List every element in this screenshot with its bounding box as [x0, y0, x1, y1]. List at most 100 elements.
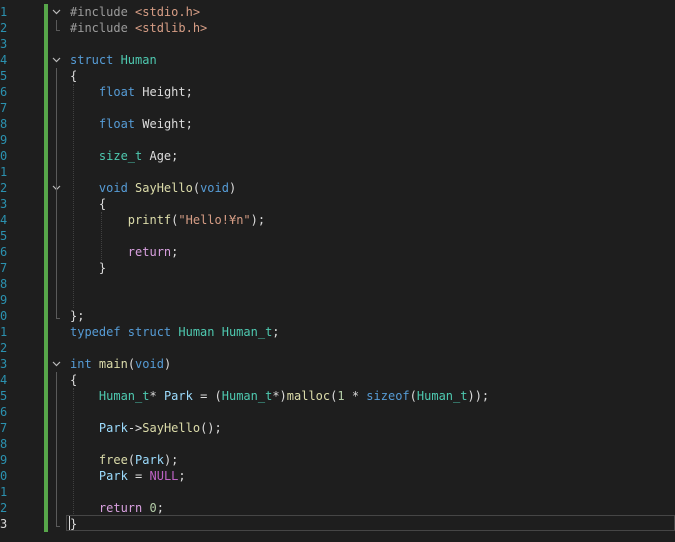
code-line[interactable]: Human_t* Park = (Human_t*)malloc(1 * siz… — [70, 388, 489, 404]
code-token: }; — [70, 309, 85, 323]
code-line[interactable]: Park->SayHello(); — [70, 420, 222, 436]
line-number: 5 — [0, 389, 8, 403]
chevron-down-icon[interactable] — [51, 52, 61, 68]
code-token: ( — [127, 453, 136, 467]
code-editor[interactable]: 1 2 3 4 5 6 7 8 9 0 1 2 3 4 5 6 7 8 9 0 1 2 3 4 5 6 7 8 9 0 1 2 3 #inclu… — [0, 0, 675, 542]
code-line[interactable]: printf("Hello!¥n"); — [70, 212, 265, 228]
code-token: NULL — [149, 469, 179, 483]
line-number: 1 — [0, 485, 8, 499]
code-token: struct — [70, 53, 121, 67]
code-line[interactable]: size_t Age; — [70, 148, 178, 164]
code-token: free — [98, 453, 128, 467]
fold-range-line — [56, 68, 57, 318]
code-line[interactable]: return 0; — [70, 500, 164, 516]
code-token: } — [70, 261, 107, 275]
code-line[interactable]: typedef struct Human Human_t; — [70, 324, 280, 340]
code-token: Park — [163, 389, 193, 403]
code-token: float — [98, 85, 143, 99]
code-token: 0 — [149, 501, 157, 515]
chevron-down-icon[interactable] — [51, 4, 61, 20]
code-line[interactable]: float Height; — [70, 84, 193, 100]
code-token: #include — [70, 5, 136, 19]
line-number: 4 — [0, 213, 8, 227]
code-line[interactable]: #include <stdio.h> — [70, 4, 200, 20]
chevron-down-icon[interactable] — [51, 356, 61, 372]
line-number: 9 — [0, 293, 8, 307]
code-token: void — [135, 357, 164, 371]
line-number: 1 — [0, 5, 8, 19]
code-token: Human_t — [98, 389, 150, 403]
code-token: Weight; — [142, 117, 193, 131]
code-token: ; — [178, 469, 186, 483]
code-token: Park — [98, 469, 128, 483]
code-line[interactable]: float Weight; — [70, 116, 193, 132]
line-number: 8 — [0, 437, 8, 451]
fold-end-marker — [56, 318, 60, 319]
code-token: * — [149, 389, 164, 403]
code-line[interactable]: { — [70, 196, 106, 212]
code-line[interactable]: struct Human — [70, 52, 157, 68]
code-token: <stdlib.h> — [135, 21, 208, 35]
line-number: 6 — [0, 405, 8, 419]
line-number: 1 — [0, 325, 8, 339]
line-number: 3 — [0, 37, 8, 51]
code-token: return — [98, 501, 150, 515]
code-line[interactable]: { — [70, 372, 77, 388]
line-number: 0 — [0, 149, 8, 163]
code-token: ; — [156, 501, 164, 515]
fold-end-marker — [56, 30, 60, 31]
line-number: 0 — [0, 309, 8, 323]
line-number: 1 — [0, 165, 8, 179]
code-line[interactable]: #include <stdlib.h> — [70, 20, 207, 36]
code-token: ( — [409, 389, 417, 403]
text-caret — [69, 516, 70, 530]
line-number: 4 — [0, 53, 8, 67]
line-number: 7 — [0, 261, 8, 275]
code-token: ( — [127, 357, 136, 371]
code-token: ( — [192, 181, 201, 195]
code-token: Age; — [149, 149, 179, 163]
code-line[interactable]: free(Park); — [70, 452, 179, 468]
line-number: 5 — [0, 69, 8, 83]
code-token: Park — [98, 421, 128, 435]
code-token: Human — [120, 53, 157, 67]
line-number: 9 — [0, 133, 8, 147]
code-token: float — [98, 117, 143, 131]
code-line[interactable]: }; — [70, 308, 84, 324]
fold-range-line — [56, 372, 57, 526]
line-number: 2 — [0, 21, 8, 35]
code-line[interactable]: } — [70, 260, 106, 276]
code-line[interactable]: { — [70, 68, 77, 84]
code-token: Human_t — [416, 389, 468, 403]
line-number: 8 — [0, 117, 8, 131]
code-token: <stdio.h> — [135, 5, 201, 19]
code-token: #include — [70, 21, 136, 35]
code-token: "Hello!¥n" — [178, 213, 251, 227]
code-line[interactable]: int main(void) — [70, 356, 171, 372]
code-token: printf — [127, 213, 172, 227]
line-number: 7 — [0, 101, 8, 115]
line-number: 6 — [0, 245, 8, 259]
code-line[interactable]: void SayHello(void) — [70, 180, 236, 196]
code-token: ); — [250, 213, 266, 227]
line-number: 8 — [0, 277, 8, 291]
code-line[interactable]: Park = NULL; — [70, 468, 186, 484]
fold-range-line — [56, 196, 57, 270]
code-token: SayHello — [135, 181, 193, 195]
line-number: 4 — [0, 373, 8, 387]
line-number: 3 — [0, 197, 8, 211]
code-token: 1 — [337, 389, 345, 403]
code-line[interactable]: return; — [70, 244, 179, 260]
code-token: ; — [272, 325, 280, 339]
code-token: sizeof — [366, 389, 410, 403]
code-token: typedef struct — [70, 325, 179, 339]
code-token: void — [98, 181, 136, 195]
